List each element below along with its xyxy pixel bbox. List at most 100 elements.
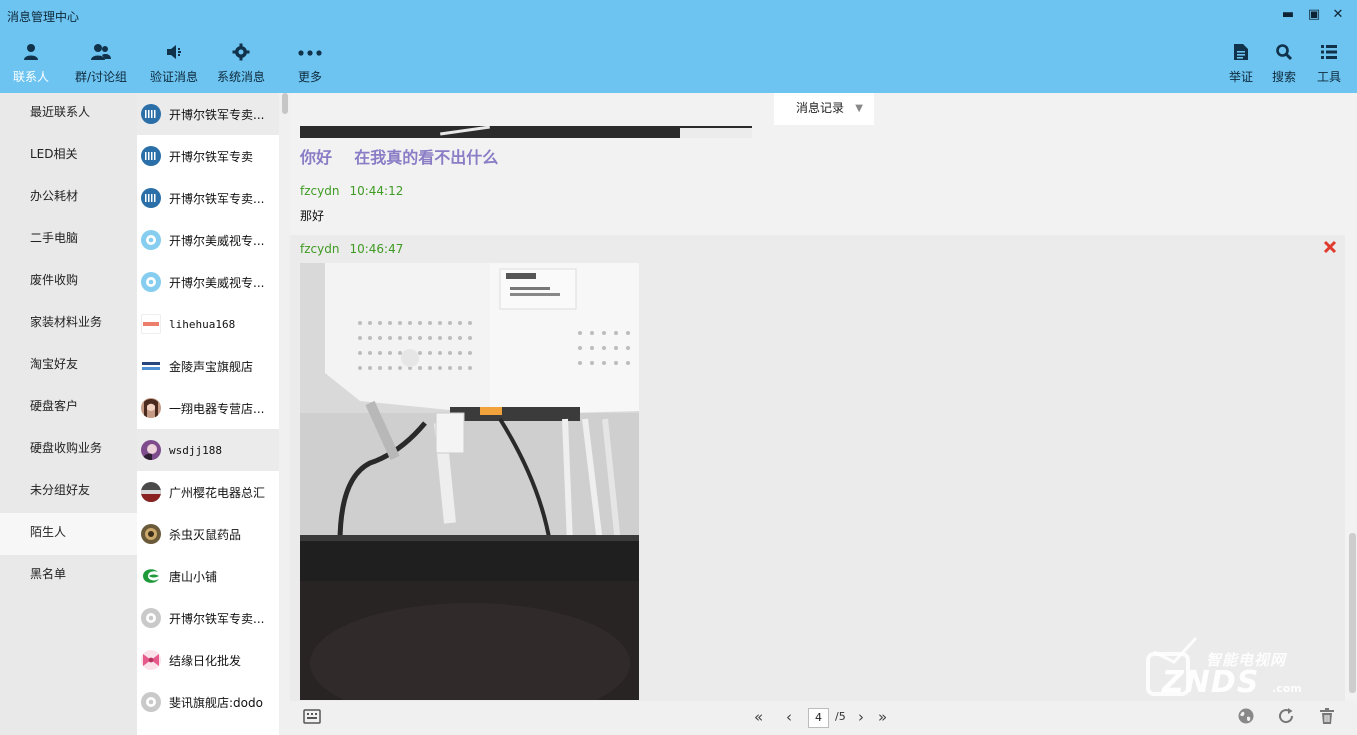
contact-item[interactable]: 开博尔美威视专...	[137, 261, 279, 303]
default-avatar-icon	[141, 692, 161, 712]
verify-messages-label: 验证消息	[149, 70, 198, 84]
contact-item[interactable]: 广州樱花电器总汇	[137, 471, 279, 513]
contact-item[interactable]: 结缘日化批发	[137, 639, 279, 681]
globe-icon[interactable]	[1237, 707, 1255, 725]
first-page-button[interactable]: «	[754, 708, 763, 726]
more-tab[interactable]: 更多	[292, 32, 328, 93]
contact-list-scroll-thumb[interactable]	[282, 93, 288, 114]
message-scroll-thumb[interactable]	[1349, 533, 1356, 693]
window-title: 消息管理中心	[7, 10, 80, 24]
contact-item[interactable]: 金陵声宝旗舰店	[137, 345, 279, 387]
message-text-large: 你好 在我真的看不出什么	[300, 148, 499, 167]
contact-list: 开博尔铁军专卖... 开博尔铁军专卖 开博尔铁军专卖... 开博尔美威视专...…	[137, 93, 279, 735]
groups-tab-label: 群/讨论组	[74, 70, 128, 84]
contact-name: 一翔电器专营店...	[169, 401, 265, 416]
shop-logo-icon	[141, 314, 161, 334]
tools-button[interactable]: 工具	[1312, 32, 1346, 93]
group-item-selected[interactable]: 陌生人	[0, 513, 137, 555]
evidence-button[interactable]: 举证	[1224, 32, 1258, 93]
contact-item[interactable]: 开博尔铁军专卖...	[137, 597, 279, 639]
contact-name: 开博尔铁军专卖...	[169, 611, 265, 626]
message-header: fzcydn 10:46:47	[300, 242, 403, 256]
default-avatar-icon	[141, 272, 161, 292]
system-messages-label: 系统消息	[216, 70, 265, 84]
photo-avatar-icon	[141, 524, 161, 544]
system-messages-tab[interactable]: 系统消息	[214, 32, 268, 93]
tools-label: 工具	[1316, 70, 1341, 84]
verify-messages-tab[interactable]: 验证消息	[147, 32, 201, 93]
refresh-icon[interactable]	[1277, 707, 1295, 725]
group-item[interactable]: 硬盘收购业务	[0, 429, 137, 471]
contact-name: 开博尔美威视专...	[169, 233, 265, 248]
keyboard-icon[interactable]	[303, 709, 321, 724]
sender-name: fzcydn	[300, 242, 340, 256]
last-page-button[interactable]: »	[878, 708, 887, 726]
minimize-button[interactable]: ▬	[1279, 6, 1297, 24]
speaker-icon	[147, 32, 201, 59]
group-item[interactable]: LED相关	[0, 135, 137, 177]
groups-tab[interactable]: 群/讨论组	[72, 32, 130, 93]
contact-item[interactable]: 开博尔美威视专...	[137, 219, 279, 261]
photo-avatar-icon	[141, 398, 161, 418]
group-icon	[72, 32, 130, 60]
search-label: 搜索	[1271, 70, 1296, 84]
contact-item[interactable]: 开博尔铁军专卖...	[137, 177, 279, 219]
contacts-tab-label: 联系人	[12, 70, 49, 84]
contact-item[interactable]: wsdjj188	[137, 429, 279, 471]
message-time: 10:44:12	[349, 184, 404, 198]
contact-name: wsdjj188	[169, 443, 222, 457]
previous-image-crop[interactable]	[300, 126, 752, 138]
group-item[interactable]: 办公耗材	[0, 177, 137, 219]
green-logo-icon	[141, 566, 161, 586]
shop-logo-icon	[141, 356, 161, 376]
group-item[interactable]: 硬盘客户	[0, 387, 137, 429]
prev-page-button[interactable]: ‹	[786, 708, 792, 726]
delete-message-icon[interactable]	[1322, 239, 1338, 255]
trash-icon[interactable]	[1318, 707, 1336, 725]
group-item[interactable]: 二手电脑	[0, 219, 137, 261]
contact-item[interactable]: 杀虫灭鼠药品	[137, 513, 279, 555]
search-button[interactable]: 搜索	[1267, 32, 1301, 93]
contact-name: 开博尔铁军专卖...	[169, 107, 265, 122]
group-item[interactable]: 家装材料业务	[0, 303, 137, 345]
group-item[interactable]: 未分组好友	[0, 471, 137, 513]
bottom-bar: « ‹ 4 /5 › »	[290, 701, 1357, 735]
contact-item[interactable]: 开博尔铁军专卖	[137, 135, 279, 177]
message-image[interactable]	[300, 263, 639, 700]
contact-name: 开博尔美威视专...	[169, 275, 265, 290]
contact-item[interactable]: 一翔电器专营店...	[137, 387, 279, 429]
message-records-dropdown[interactable]: 消息记录 ▼	[774, 93, 874, 125]
contact-name: 结缘日化批发	[169, 653, 242, 668]
brand-blue-icon	[141, 104, 161, 124]
contact-name: 开博尔铁军专卖	[169, 149, 254, 164]
page-number-input[interactable]: 4	[808, 708, 829, 728]
maximize-button[interactable]: ▣	[1305, 6, 1323, 24]
contact-name: 斐讯旗舰店:dodo	[169, 695, 263, 710]
contact-list-scrollbar[interactable]	[279, 93, 290, 735]
contact-item[interactable]: 唐山小铺	[137, 555, 279, 597]
contact-name: 广州樱花电器总汇	[169, 485, 266, 500]
contacts-tab[interactable]: 联系人	[8, 32, 54, 93]
main-toolbar: 联系人 群/讨论组 验证消息 系统消息 更多 举证 搜索 工具	[0, 32, 1357, 93]
close-window-button[interactable]: ✕	[1329, 6, 1347, 24]
contact-item[interactable]: 开博尔铁军专卖...	[137, 93, 279, 135]
contact-item[interactable]: 斐讯旗舰店:dodo	[137, 681, 279, 723]
default-avatar-icon	[141, 608, 161, 628]
group-item[interactable]: 废件收购	[0, 261, 137, 303]
list-icon	[1312, 32, 1346, 59]
group-item[interactable]: 黑名单	[0, 555, 137, 597]
evidence-label: 举证	[1228, 70, 1253, 84]
contact-name: 唐山小铺	[169, 569, 218, 584]
bow-avatar-icon	[141, 650, 161, 670]
message-body: 那好	[300, 209, 325, 223]
contact-item[interactable]: lihehua168	[137, 303, 279, 345]
contact-name: 开博尔铁军专卖...	[169, 191, 265, 206]
group-item[interactable]: 淘宝好友	[0, 345, 137, 387]
group-item[interactable]: 最近联系人	[0, 93, 137, 135]
next-page-button[interactable]: ›	[858, 708, 864, 726]
gear-icon	[214, 32, 268, 61]
brand-blue-icon	[141, 146, 161, 166]
more-dots-icon	[292, 32, 328, 58]
brand-blue-icon	[141, 188, 161, 208]
contact-name: 杀虫灭鼠药品	[169, 527, 242, 542]
